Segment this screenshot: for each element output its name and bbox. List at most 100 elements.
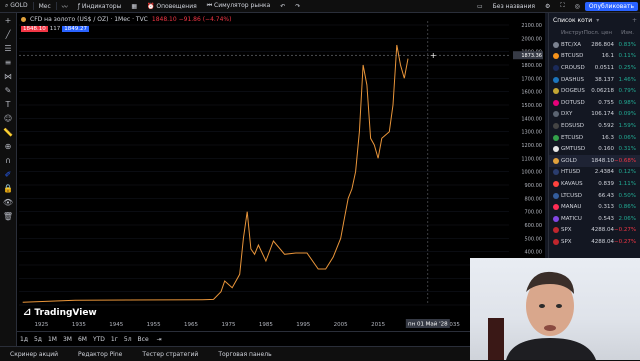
tradingview-logo: ⊿ TradingView <box>23 307 97 318</box>
interval-button[interactable]: Мес <box>34 3 56 10</box>
text-icon[interactable]: T <box>0 97 16 111</box>
watchlist-row[interactable]: BTC/XA 286.804 0.83% <box>549 39 640 51</box>
watchlist-row[interactable]: HTUSD 2.4384 0.12% <box>549 167 640 179</box>
row-change: 0.86% <box>618 204 636 211</box>
symbol-label: GOLD <box>10 2 28 9</box>
row-change: 0.79% <box>618 88 636 95</box>
x-tick-label: 1985 <box>259 322 273 328</box>
trendline-icon[interactable]: ╱ <box>0 27 16 41</box>
chart-type-icon[interactable]: 〰 <box>57 2 73 11</box>
crosshair-cursor-icon: + <box>430 51 437 60</box>
layout-icon[interactable]: ▭ <box>472 3 488 10</box>
watchlist-row[interactable]: EOSUSD 0.592 1.59% <box>549 120 640 132</box>
row-change: 0.11% <box>618 53 636 60</box>
watchlist-row[interactable]: DASHUS 38.137 1.46% <box>549 74 640 86</box>
chart-pane[interactable]: 2100.002000.001900.001800.001700.001600.… <box>17 13 545 331</box>
row-last-price: 1848.10 <box>591 157 614 164</box>
watchlist-row[interactable]: KAVAUS 0.839 1.11% <box>549 178 640 190</box>
fib-icon[interactable]: ≡ <box>0 55 16 69</box>
row-symbol: BTC/XA <box>561 41 582 48</box>
y-tick-label: 1000.00 <box>521 170 542 176</box>
watchlist-row[interactable]: SPX 4288.04 −0.27% <box>549 225 640 237</box>
range-3[interactable]: 3М <box>60 336 75 343</box>
range-6[interactable]: 1г <box>108 336 121 343</box>
lock-drawing-icon[interactable]: ✐ <box>0 167 16 181</box>
alerts-button[interactable]: ⏰ Оповещения <box>142 3 202 10</box>
watchlist-row[interactable]: SPX 4288.04 −0.27% <box>549 236 640 248</box>
row-last-price: 0.313 <box>598 204 614 211</box>
visibility-icon[interactable]: 👁 <box>0 195 16 209</box>
panel-tab-1[interactable]: Редактор Pine <box>68 351 132 358</box>
watchlist-row[interactable]: BTCUSD 16.1 0.11% <box>549 51 640 63</box>
brush-icon[interactable]: ✎ <box>0 83 16 97</box>
delete-icon[interactable]: 🗑 <box>0 209 16 223</box>
chevron-down-icon[interactable]: ▾ <box>596 17 599 24</box>
watchlist-row[interactable]: DOGEUS 0.06218 0.79% <box>549 85 640 97</box>
y-tick-label: 1800.00 <box>521 63 542 69</box>
range-5[interactable]: YTD <box>90 336 108 343</box>
panel-tab-3[interactable]: Торговая панель <box>208 351 281 358</box>
watchlist-header[interactable]: Список коти ▾ + <box>549 13 640 27</box>
indicators-button[interactable]: ƒ Индикаторы <box>73 3 127 10</box>
watchlist-row[interactable]: CROUSD 0.0511 0.25% <box>549 62 640 74</box>
watchlist-row[interactable]: DXY 106.174 0.09% <box>549 109 640 121</box>
fullscreen-icon[interactable]: ⛶ <box>555 2 569 10</box>
row-change: 0.06% <box>618 134 636 141</box>
symbol-search[interactable]: ⌕ GOLD <box>0 2 33 10</box>
redo-icon[interactable]: ↷ <box>290 3 305 10</box>
range-2[interactable]: 1М <box>45 336 60 343</box>
symbol-logo-icon <box>553 157 559 164</box>
measure-icon[interactable]: 📏 <box>0 125 16 139</box>
panel-tab-0[interactable]: Скринер акций <box>0 351 68 358</box>
range-8[interactable]: Все <box>135 336 152 343</box>
watchlist-row[interactable]: MANAU 0.313 0.86% <box>549 201 640 213</box>
panel-tab-2[interactable]: Тестер стратегий <box>132 351 208 358</box>
watchlist-title: Список коти <box>553 16 593 24</box>
row-change: −0.68% <box>614 157 637 164</box>
undo-icon[interactable]: ↶ <box>275 3 290 10</box>
horizontal-lines-icon[interactable]: ☰ <box>0 41 16 55</box>
row-symbol: SPX <box>561 227 572 234</box>
save-status[interactable]: Без названия <box>488 3 540 10</box>
symbol-logo-icon <box>553 122 559 129</box>
watchlist-row[interactable]: MATICU 0.543 2.06% <box>549 213 640 225</box>
templates-icon[interactable]: ▦ <box>126 3 142 10</box>
emoji-icon[interactable]: ☺ <box>0 111 16 125</box>
watchlist-row[interactable]: GMTUSD 0.160 0.31% <box>549 143 640 155</box>
lock-icon[interactable]: 🔒 <box>0 181 16 195</box>
goto-date-icon[interactable]: ⇥ <box>154 336 165 343</box>
range-0[interactable]: 1д <box>17 336 31 343</box>
price-chart[interactable]: 2100.002000.001900.001800.001700.001600.… <box>17 13 545 331</box>
add-symbol-icon[interactable]: + <box>632 17 637 24</box>
camera-icon[interactable]: ◎ <box>570 3 585 10</box>
row-symbol: GMTUSD <box>561 146 585 153</box>
y-tick-label: 600.00 <box>525 223 543 229</box>
bid-price[interactable]: 1848.10 <box>21 26 48 32</box>
col-symbol[interactable]: Инструм <box>553 30 583 36</box>
watchlist-row[interactable]: LTCUSD 66.43 0.50% <box>549 190 640 202</box>
watchlist-row[interactable]: GOLD 1848.10 −0.68% <box>549 154 640 167</box>
magnet-icon[interactable]: ∩ <box>0 153 16 167</box>
row-last-price: 38.137 <box>594 76 614 83</box>
crosshair-icon[interactable]: + <box>0 13 16 27</box>
watchlist-row[interactable]: DOTUSD 0.755 0.98% <box>549 97 640 109</box>
publish-button[interactable]: Опубликовать <box>584 1 638 11</box>
col-change[interactable]: Изм. <box>612 30 634 36</box>
spread: 117 <box>49 26 61 32</box>
pattern-icon[interactable]: ⋈ <box>0 69 16 83</box>
zoom-icon[interactable]: ⊕ <box>0 139 16 153</box>
ask-price[interactable]: 1849.27 <box>62 26 89 32</box>
settings-icon[interactable]: ⚙ <box>540 3 555 10</box>
col-last[interactable]: Посл. цен <box>583 30 612 36</box>
x-tick-label: 1945 <box>109 322 123 328</box>
range-7[interactable]: 5л <box>121 336 135 343</box>
symbol-logo-icon <box>553 53 559 60</box>
x-tick-label: 1995 <box>296 322 310 328</box>
webcam-overlay <box>470 258 640 360</box>
range-4[interactable]: 6М <box>75 336 90 343</box>
y-tick-label: 2100.00 <box>521 23 542 29</box>
symbol-logo-icon <box>553 169 559 176</box>
replay-button[interactable]: ⏮ Симулятор рынка <box>202 2 276 10</box>
range-1[interactable]: 5д <box>31 336 45 343</box>
watchlist-row[interactable]: ETCUSD 16.3 0.06% <box>549 132 640 144</box>
